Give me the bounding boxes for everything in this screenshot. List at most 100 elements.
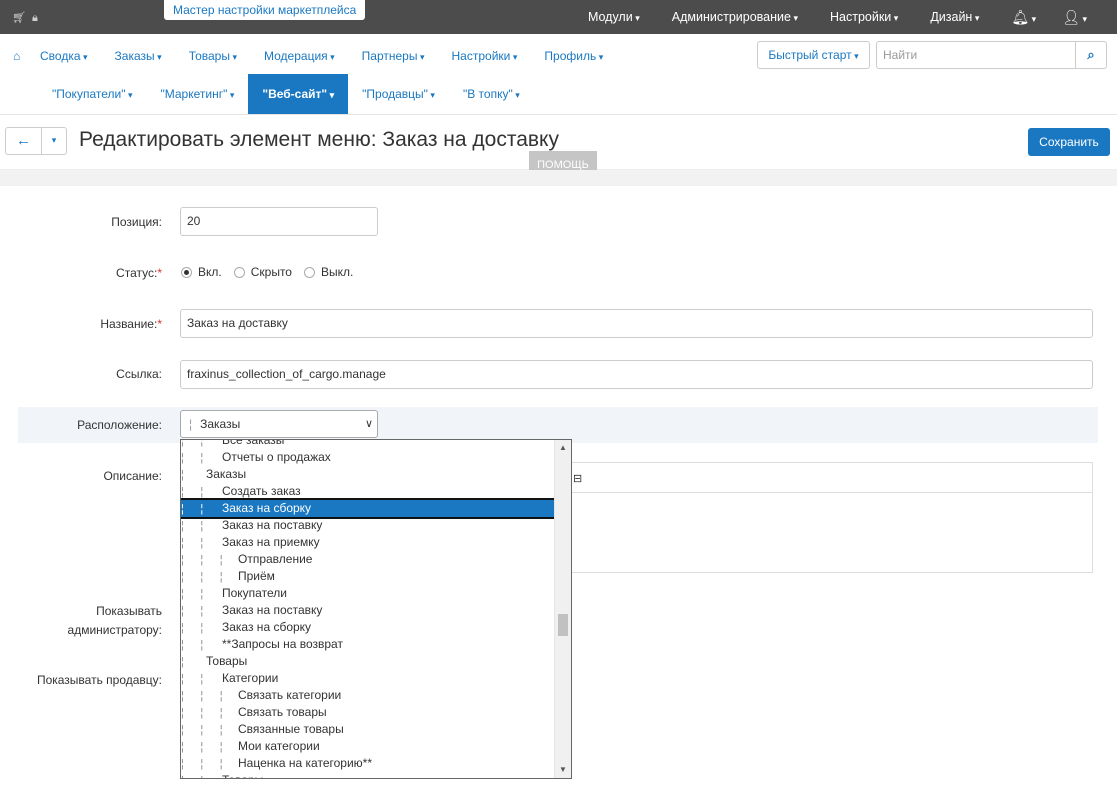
main-nav: ⌂ Сводка Заказы Товары Модерация Партнер… [0,35,1117,115]
dropdown-option[interactable]: ¦ Товары [181,653,555,670]
location-dropdown-list[interactable]: ¦ ¦ Все заказы ¦ ¦ Отчеты о продажах ¦ Зака… [180,439,572,779]
nav-partners[interactable]: Партнеры [362,49,425,63]
top-menu-administration[interactable]: Администрирование [672,10,798,24]
dropdown-option[interactable]: ¦ ¦ ¦ Приём [181,568,555,585]
dropdown-scrollbar[interactable]: ▲ ▼ [554,440,571,778]
chevron-down-icon: ▾ [51,135,57,145]
search-input[interactable] [876,41,1075,69]
dropdown-option-label: Мои категории [238,739,320,753]
tree-guide: ¦ ¦ [181,773,222,778]
dropdown-option[interactable]: ¦ ¦ Заказ на приемку [181,534,555,551]
tree-guide: ¦ ¦ ¦ [181,571,223,583]
dropdown-option[interactable]: ¦ ¦ Категории [181,670,555,687]
name-input[interactable]: Заказ на доставку [180,309,1093,338]
source-code-icon[interactable]: ⊟ [573,472,582,485]
nav-profile[interactable]: Профиль [544,49,603,63]
dropdown-option[interactable]: ¦ ¦ Заказ на сборку [181,619,555,636]
status-option-on[interactable]: Вкл. [181,265,222,279]
tree-guide: ¦ ¦ ¦ [181,741,223,753]
dropdown-option-label: Заказ на сборку [222,620,312,634]
show-admin-label-line1: Показывать [96,604,162,618]
link-input[interactable]: fraxinus_collection_of_cargo.manage [180,360,1093,389]
dropdown-option[interactable]: ¦ ¦ Заказ на поставку [181,517,555,534]
nav-customers[interactable]: "Покупатели" [38,74,146,114]
top-bar: 🛒︎ 🔒︎ Мастер настройки маркетплейса Модул… [0,0,1117,34]
tree-guide: ¦ [189,417,193,431]
nav-row-secondary: "Покупатели" "Маркетинг" "Веб-сайт" "Про… [38,74,534,114]
dropdown-option[interactable]: ¦ ¦ ¦ Отправление [181,551,555,568]
page-title: Редактировать элемент меню: Заказ на дос… [79,128,559,151]
dropdown-option[interactable]: ¦ ¦ ¦ Связанные товары [181,721,555,738]
name-label-text: Название: [100,317,158,331]
home-icon[interactable]: ⌂ [13,49,20,63]
dropdown-option-label: Создать заказ [222,484,301,498]
tree-guide: ¦ ¦ [181,503,204,515]
status-option-hidden[interactable]: Скрыто [233,265,292,279]
scroll-thumb[interactable] [558,614,568,636]
dropdown-option-label: Категории [222,671,279,685]
radio-on[interactable] [181,266,192,278]
tree-guide: ¦ ¦ [181,673,204,685]
tree-guide: ¦ ¦ [181,537,204,549]
dropdown-option-label: Все заказы [222,439,285,447]
search-button[interactable]: ⌕ [1075,41,1107,69]
tree-guide: ¦ ¦ ¦ [181,554,223,566]
name-label: Название:* [100,317,162,331]
tree-guide: ¦ ¦ [181,486,204,498]
nav-to-top[interactable]: "В топку" [449,74,534,114]
tree-guide: ¦ ¦ [181,452,204,464]
nav-marketing[interactable]: "Маркетинг" [146,74,248,114]
dropdown-option-label: Отчеты о продажах [222,450,331,464]
save-button[interactable]: Сохранить [1028,128,1110,156]
dropdown-option[interactable]: ¦ ¦ ¦ Наценка на категорию** [181,755,555,772]
history-dropdown-button[interactable]: ▾ [41,127,67,155]
dropdown-option-label: Заказ на приемку [222,535,320,549]
nav-dashboard[interactable]: Сводка [40,49,88,63]
dropdown-option[interactable]: ¦ ¦ Покупатели [181,585,555,602]
scroll-up-icon[interactable]: ▲ [555,440,571,456]
dropdown-option[interactable]: ¦ ¦ ¦ Связать категории [181,687,555,704]
cart-icon[interactable]: 🛒︎ [12,12,26,24]
radio-off[interactable] [303,266,315,278]
wizard-link[interactable]: Мастер настройки маркетплейса [164,0,366,20]
top-menu-settings[interactable]: Настройки [830,10,898,24]
dropdown-option[interactable]: ¦ ¦ **Запросы на возврат [181,636,555,653]
nav-moderation[interactable]: Модерация [264,49,335,63]
required-mark: * [157,266,162,280]
position-label: Позиция: [111,215,162,229]
radio-hidden[interactable] [233,266,245,278]
dropdown-option[interactable]: ¦ ¦ Заказ на сборку [181,498,557,519]
nav-website[interactable]: "Веб-сайт" [248,74,349,114]
tree-guide: ¦ ¦ ¦ [181,724,223,736]
nav-orders[interactable]: Заказы [115,49,162,63]
status-option-off[interactable]: Выкл. [303,265,353,279]
user-icon[interactable]: 👤︎ [1062,9,1087,26]
top-menu: Модули Администрирование Настройки Дизай… [588,0,1117,34]
nav-row-primary: Сводка Заказы Товары Модерация Партнеры … [40,49,630,63]
back-button[interactable]: ← [5,127,42,155]
dropdown-option[interactable]: ¦ ¦ Заказ на поставку [181,602,555,619]
nav-vendors[interactable]: "Продавцы" [348,74,449,114]
dropdown-option[interactable]: ¦ ¦ ¦ Связать товары [181,704,555,721]
dropdown-option-label: Наценка на категорию** [238,756,372,770]
position-input[interactable]: 20 [180,207,378,236]
location-select[interactable]: ¦ Заказы ∨ [180,410,378,438]
quick-start-button[interactable]: Быстрый старт [757,41,870,69]
top-menu-design[interactable]: Дизайн [930,10,979,24]
search-icon: ⌕ [1087,47,1095,62]
dropdown-option[interactable]: ¦ ¦ Отчеты о продажах [181,449,555,466]
bell-icon[interactable]: 🔔︎ [1011,9,1036,26]
dropdown-option[interactable]: ¦ ¦Товары [181,772,555,778]
lock-icon[interactable]: 🔒︎ [32,12,38,24]
top-menu-modules[interactable]: Модули [588,10,640,24]
dropdown-option[interactable]: ¦ ¦ Все заказы [181,439,555,449]
dropdown-option[interactable]: ¦ Заказы [181,466,555,483]
title-bar: ← ▾ Редактировать элемент меню: Заказ на… [0,120,1117,179]
nav-products[interactable]: Товары [189,49,237,63]
dropdown-option[interactable]: ¦ ¦ Создать заказ [181,483,555,500]
scroll-down-icon[interactable]: ▼ [555,762,571,778]
tree-guide: ¦ ¦ [181,639,204,651]
dropdown-option[interactable]: ¦ ¦ ¦ Мои категории [181,738,555,755]
tree-guide: ¦ ¦ [181,622,204,634]
nav-settings[interactable]: Настройки [452,49,518,63]
